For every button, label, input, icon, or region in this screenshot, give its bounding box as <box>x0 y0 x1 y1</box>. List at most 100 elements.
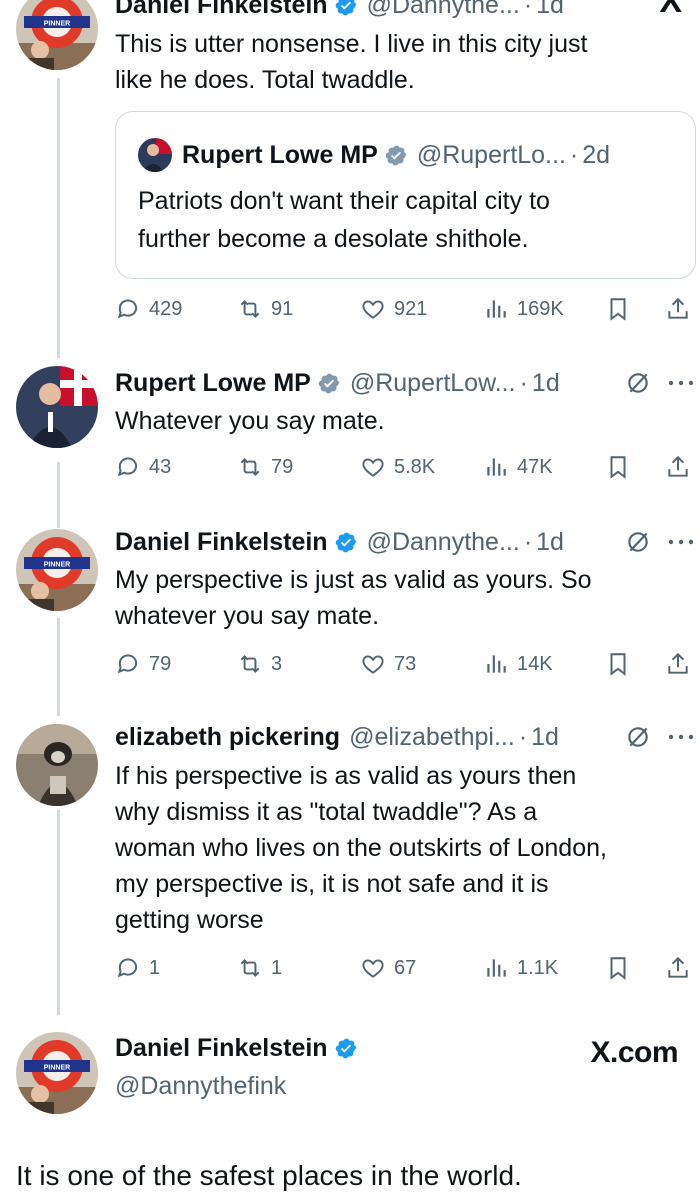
author-name[interactable]: elizabeth pickering <box>115 723 340 752</box>
author-name[interactable]: Daniel Finkelstein <box>115 0 328 20</box>
views-button[interactable]: 14K <box>483 649 553 679</box>
tweet-elizabeth[interactable]: elizabeth pickering @elizabethpi... · 1d… <box>0 720 700 990</box>
bookmark-icon <box>610 653 626 676</box>
bookmark-icon <box>610 957 626 980</box>
grok-icon[interactable] <box>625 724 651 750</box>
svg-text:PINNER: PINNER <box>44 1065 70 1072</box>
repost-icon <box>240 655 260 673</box>
like-button[interactable]: 921 <box>360 294 427 324</box>
verified-badge-icon <box>335 0 356 15</box>
author-handle[interactable]: @elizabethpi... <box>349 723 515 752</box>
grok-icon[interactable] <box>625 529 651 555</box>
reply-icon <box>117 654 138 674</box>
like-button[interactable]: 67 <box>360 953 416 983</box>
svg-text:PINNER: PINNER <box>44 562 70 569</box>
share-button[interactable] <box>665 452 691 482</box>
repost-button[interactable]: 91 <box>237 294 293 324</box>
quoted-tweet-text: Patriots don't want their capital city t… <box>138 187 550 253</box>
like-icon <box>362 300 384 319</box>
bookmark-button[interactable] <box>605 953 631 983</box>
author-handle[interactable]: @Dannythe... <box>367 0 520 20</box>
tweet-text: If his perspective is as valid as yours … <box>115 762 607 934</box>
verified-badge-icon <box>318 373 340 393</box>
repost-icon <box>240 959 260 977</box>
tweet-actions: 79 3 73 14K <box>115 649 700 679</box>
bookmark-button[interactable] <box>605 452 631 482</box>
tweet-actions: 43 79 5.8K 47K <box>115 452 700 482</box>
tweet-daniel-1[interactable]: PINNER Daniel Finkelstein @Dannythe... ·… <box>0 0 700 328</box>
bookmark-button[interactable] <box>605 649 631 679</box>
author-name[interactable]: Rupert Lowe MP <box>115 369 311 398</box>
views-icon <box>487 300 506 318</box>
bookmark-icon <box>610 456 626 479</box>
more-icon[interactable] <box>667 379 695 387</box>
repost-button[interactable]: 3 <box>237 649 282 679</box>
views-button[interactable]: 169K <box>483 294 564 324</box>
reply-icon <box>117 958 138 978</box>
tweet-rupert[interactable]: Rupert Lowe MP @RupertLow... · 1d Whatev… <box>0 366 700 496</box>
share-icon <box>668 956 688 978</box>
like-button[interactable]: 73 <box>360 649 416 679</box>
repost-button[interactable]: 79 <box>237 452 293 482</box>
share-icon <box>668 652 688 674</box>
like-button[interactable]: 5.8K <box>360 452 435 482</box>
views-icon <box>487 655 506 673</box>
avatar-elizabeth[interactable] <box>16 724 98 806</box>
views-button[interactable]: 47K <box>483 452 553 482</box>
share-button[interactable] <box>665 649 691 679</box>
more-icon[interactable] <box>667 538 695 546</box>
verified-badge-icon <box>385 145 407 165</box>
svg-text:PINNER: PINNER <box>44 21 70 28</box>
share-icon <box>668 297 688 319</box>
tweet-daniel-2[interactable]: PINNER Daniel Finkelstein @Dannythe... ·… <box>0 525 700 690</box>
reply-button[interactable]: 429 <box>115 294 182 324</box>
avatar-rupert[interactable] <box>16 366 98 448</box>
reply-button[interactable]: 43 <box>115 452 171 482</box>
author-name[interactable]: Daniel Finkelstein <box>115 1034 328 1063</box>
avatar-daniel[interactable]: PINNER <box>16 1032 98 1114</box>
like-icon <box>362 458 384 477</box>
share-button[interactable] <box>665 953 691 983</box>
tweet-actions: 429 91 921 169K <box>115 294 700 324</box>
screenshot: PINNER Daniel Finkelstein @Dannythe... ·… <box>0 0 700 1200</box>
like-icon <box>362 959 384 978</box>
tweet-text: This is utter nonsense. I live in this c… <box>115 30 588 94</box>
reply-button[interactable]: 79 <box>115 649 171 679</box>
reply-button[interactable]: 1 <box>115 953 160 983</box>
tweet-text: My perspective is just as valid as yours… <box>115 566 592 630</box>
avatar-daniel[interactable]: PINNER <box>16 529 98 611</box>
share-button[interactable] <box>665 294 691 324</box>
quoted-author-handle: @RupertLo... <box>416 140 566 169</box>
author-name[interactable]: Daniel Finkelstein <box>115 528 328 557</box>
share-icon <box>668 455 688 477</box>
reply-icon <box>117 457 138 477</box>
verified-badge-icon <box>335 532 356 552</box>
tweet-text: Whatever you say mate. <box>115 407 385 435</box>
tweet-time[interactable]: 1d <box>531 723 559 752</box>
author-handle[interactable]: @Dannythe... <box>367 528 520 557</box>
embedded-tweet-card[interactable]: PINNER Daniel Finkelstein @Dannythefink … <box>0 1020 700 1200</box>
views-button[interactable]: 1.1K <box>483 953 558 983</box>
reply-icon <box>117 299 138 319</box>
avatar-rupert-small <box>138 138 172 172</box>
bookmark-button[interactable] <box>605 294 631 324</box>
repost-icon <box>240 300 260 318</box>
close-x-icon[interactable]: X <box>659 0 682 21</box>
verified-badge-icon <box>335 1038 356 1059</box>
author-handle[interactable]: @RupertLow... <box>350 369 516 398</box>
views-icon <box>487 458 506 476</box>
more-icon[interactable] <box>667 733 695 741</box>
repost-icon <box>240 458 260 476</box>
tweet-actions: 1 1 67 1.1K <box>115 953 700 983</box>
bookmark-icon <box>610 298 626 321</box>
quoted-author-name: Rupert Lowe MP <box>182 140 378 169</box>
author-handle[interactable]: @Dannythefink <box>115 1072 286 1101</box>
tweet-time[interactable]: 1d <box>536 528 564 557</box>
like-icon <box>362 655 384 674</box>
quoted-tweet[interactable]: Rupert Lowe MP @RupertLo... · 2d Patriot… <box>115 111 696 279</box>
avatar-daniel[interactable]: PINNER <box>16 0 98 70</box>
repost-button[interactable]: 1 <box>237 953 282 983</box>
tweet-time[interactable]: 1d <box>536 0 564 20</box>
tweet-time[interactable]: 1d <box>532 369 560 398</box>
grok-icon[interactable] <box>625 370 651 396</box>
